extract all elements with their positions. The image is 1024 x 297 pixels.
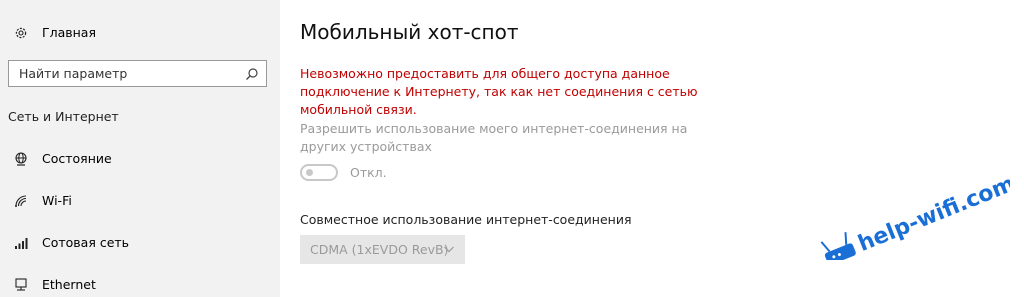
sidebar-item-label: Состояние bbox=[42, 151, 112, 166]
error-message: Невозможно предоставить для общего досту… bbox=[300, 65, 698, 119]
sidebar-item-status[interactable]: Состояние bbox=[14, 151, 112, 166]
error-line: подключение к Интернету, так как нет сое… bbox=[300, 84, 698, 99]
cellular-signal-icon bbox=[14, 236, 28, 250]
sidebar-item-ethernet[interactable]: Ethernet bbox=[14, 277, 96, 292]
router-icon bbox=[820, 232, 856, 265]
sidebar-item-label: Ethernet bbox=[42, 277, 96, 292]
watermark-text: help-wifi.com bbox=[855, 171, 1010, 257]
search-placeholder: Найти параметр bbox=[19, 66, 128, 81]
globe-monitor-icon bbox=[14, 151, 28, 166]
connection-select-value: CDMA (1xEVDO RevB) bbox=[310, 242, 449, 257]
toggle-state-label: Откл. bbox=[350, 165, 387, 180]
error-line: мобильной связи. bbox=[300, 102, 417, 117]
sidebar: Главная Найти параметр Сеть и Интернет С… bbox=[0, 0, 280, 297]
sidebar-item-label: Сотовая сеть bbox=[42, 235, 130, 250]
sidebar-item-wifi[interactable]: Wi-Fi bbox=[14, 193, 72, 208]
search-input[interactable]: Найти параметр bbox=[8, 60, 267, 87]
connection-share-title: Совместное использование интернет-соедин… bbox=[300, 212, 632, 227]
sidebar-section-title: Сеть и Интернет bbox=[8, 109, 119, 124]
sidebar-item-cellular[interactable]: Сотовая сеть bbox=[14, 235, 129, 250]
page-title: Мобильный хот-спот bbox=[300, 20, 519, 44]
sidebar-item-label: Wi-Fi bbox=[42, 193, 72, 208]
share-description-line: других устройствах bbox=[300, 139, 432, 154]
sidebar-item-label: Главная bbox=[42, 25, 96, 40]
gear-icon bbox=[14, 26, 28, 40]
toggle-knob bbox=[306, 169, 313, 176]
sidebar-item-home[interactable]: Главная bbox=[14, 25, 96, 40]
search-icon[interactable] bbox=[244, 66, 260, 82]
error-line: Невозможно предоставить для общего досту… bbox=[300, 66, 670, 81]
watermark: help-wifi.com bbox=[810, 150, 1019, 265]
wifi-icon bbox=[14, 194, 28, 208]
connection-select[interactable]: CDMA (1xEVDO RevB) bbox=[300, 235, 465, 264]
ethernet-icon bbox=[14, 277, 28, 292]
chevron-down-icon bbox=[443, 243, 455, 258]
share-description-line: Разрешить использование моего интернет-с… bbox=[300, 121, 688, 136]
share-description: Разрешить использование моего интернет-с… bbox=[300, 120, 688, 156]
hotspot-toggle[interactable] bbox=[300, 164, 338, 181]
